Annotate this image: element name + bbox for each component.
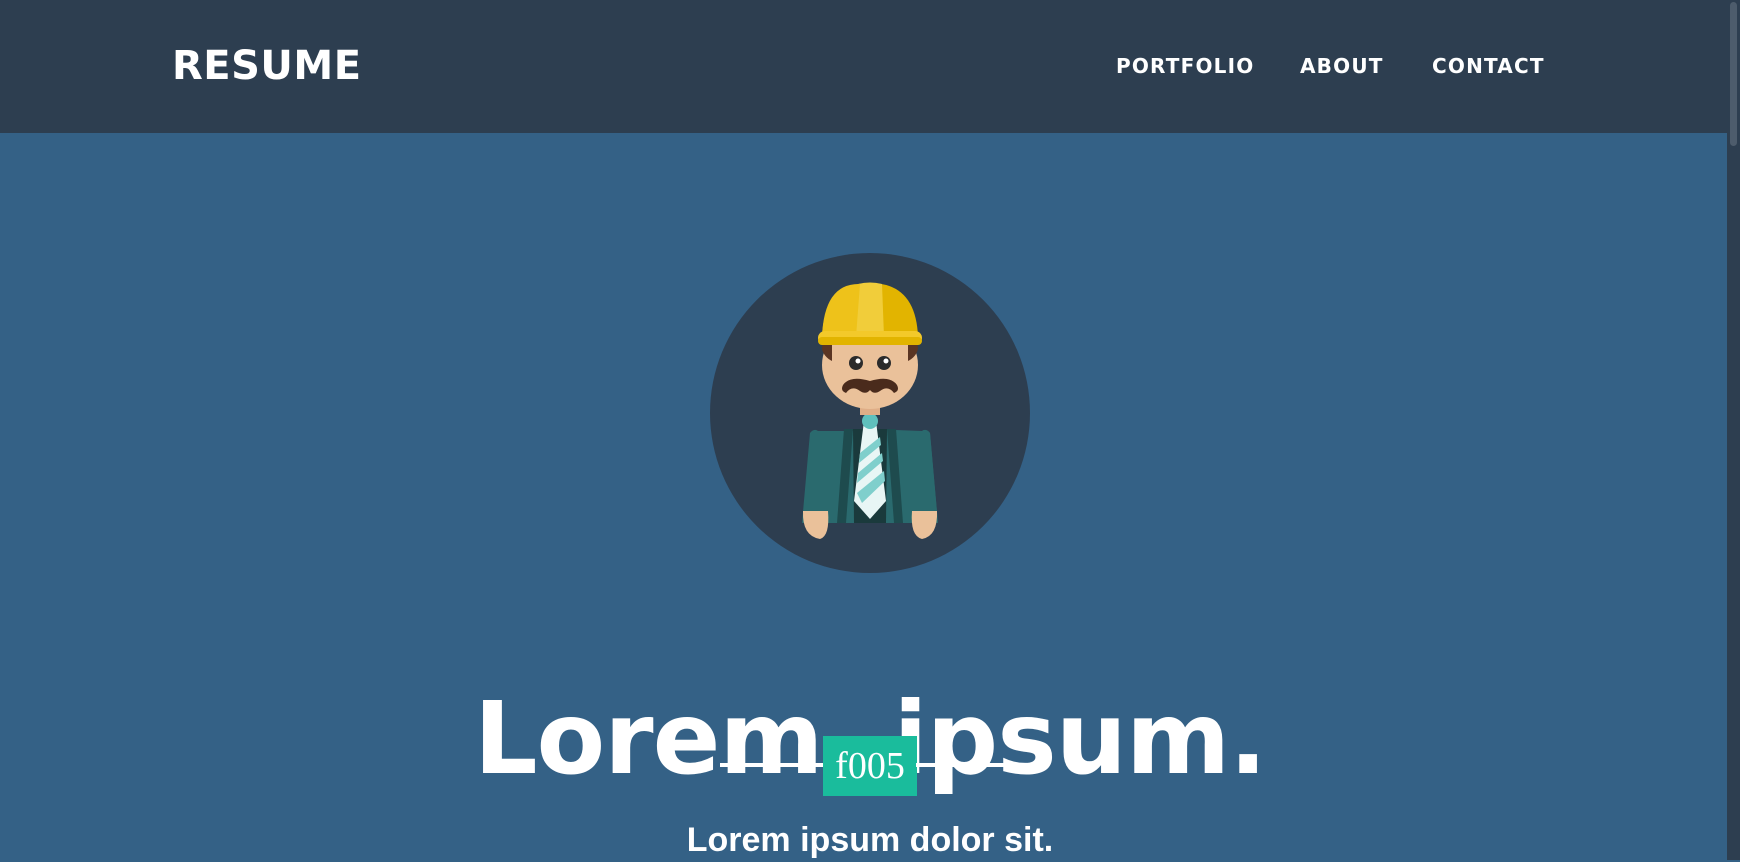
construction-worker-avatar-icon bbox=[802, 282, 938, 539]
nav-link-contact[interactable]: CONTACT bbox=[1432, 52, 1545, 80]
scrollbar[interactable] bbox=[1727, 0, 1740, 860]
scrollbar-thumb[interactable] bbox=[1730, 2, 1737, 146]
nav-link-about[interactable]: ABOUT bbox=[1300, 52, 1384, 80]
nav-link-portfolio[interactable]: PORTFOLIO bbox=[1116, 52, 1254, 80]
divider-line-left bbox=[720, 763, 824, 767]
hero-subtitle: Lorem ipsum dolor sit. bbox=[686, 821, 1054, 859]
divider-line-right bbox=[916, 763, 1020, 767]
navbar: RESUME PORTFOLIO ABOUT CONTACT bbox=[0, 0, 1740, 133]
avatar bbox=[710, 253, 1030, 573]
star-icon: f005 bbox=[823, 736, 917, 796]
nav-links: PORTFOLIO ABOUT CONTACT bbox=[0, 52, 1740, 80]
